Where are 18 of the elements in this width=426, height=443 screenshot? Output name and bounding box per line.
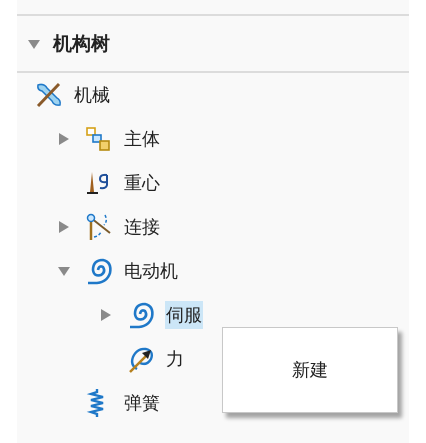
joint-icon — [85, 213, 113, 241]
tree-item[interactable]: 机械 — [73, 81, 111, 109]
wrench-icon — [35, 82, 63, 108]
expand-arrow-icon[interactable] — [57, 264, 71, 278]
tree-item[interactable]: 电动机 — [123, 257, 179, 285]
tree-item[interactable]: 连接 — [123, 213, 161, 241]
tree-item[interactable]: 主体 — [123, 125, 161, 153]
tree-item[interactable]: 力 — [165, 345, 185, 373]
expand-arrow-icon[interactable] — [57, 132, 71, 146]
tree-item[interactable]: 伺服 — [165, 301, 203, 329]
menu-item[interactable]: 新建 — [282, 354, 338, 386]
collapse-arrow-icon[interactable] — [27, 38, 41, 50]
expand-arrow-icon[interactable] — [57, 220, 71, 234]
tree-item[interactable]: 弹簧 — [123, 389, 161, 417]
expand-arrow-icon[interactable] — [99, 308, 113, 322]
blocks-icon — [85, 126, 113, 152]
tree-item[interactable]: 重心 — [123, 169, 161, 197]
section-title: 机构树 — [53, 32, 110, 56]
